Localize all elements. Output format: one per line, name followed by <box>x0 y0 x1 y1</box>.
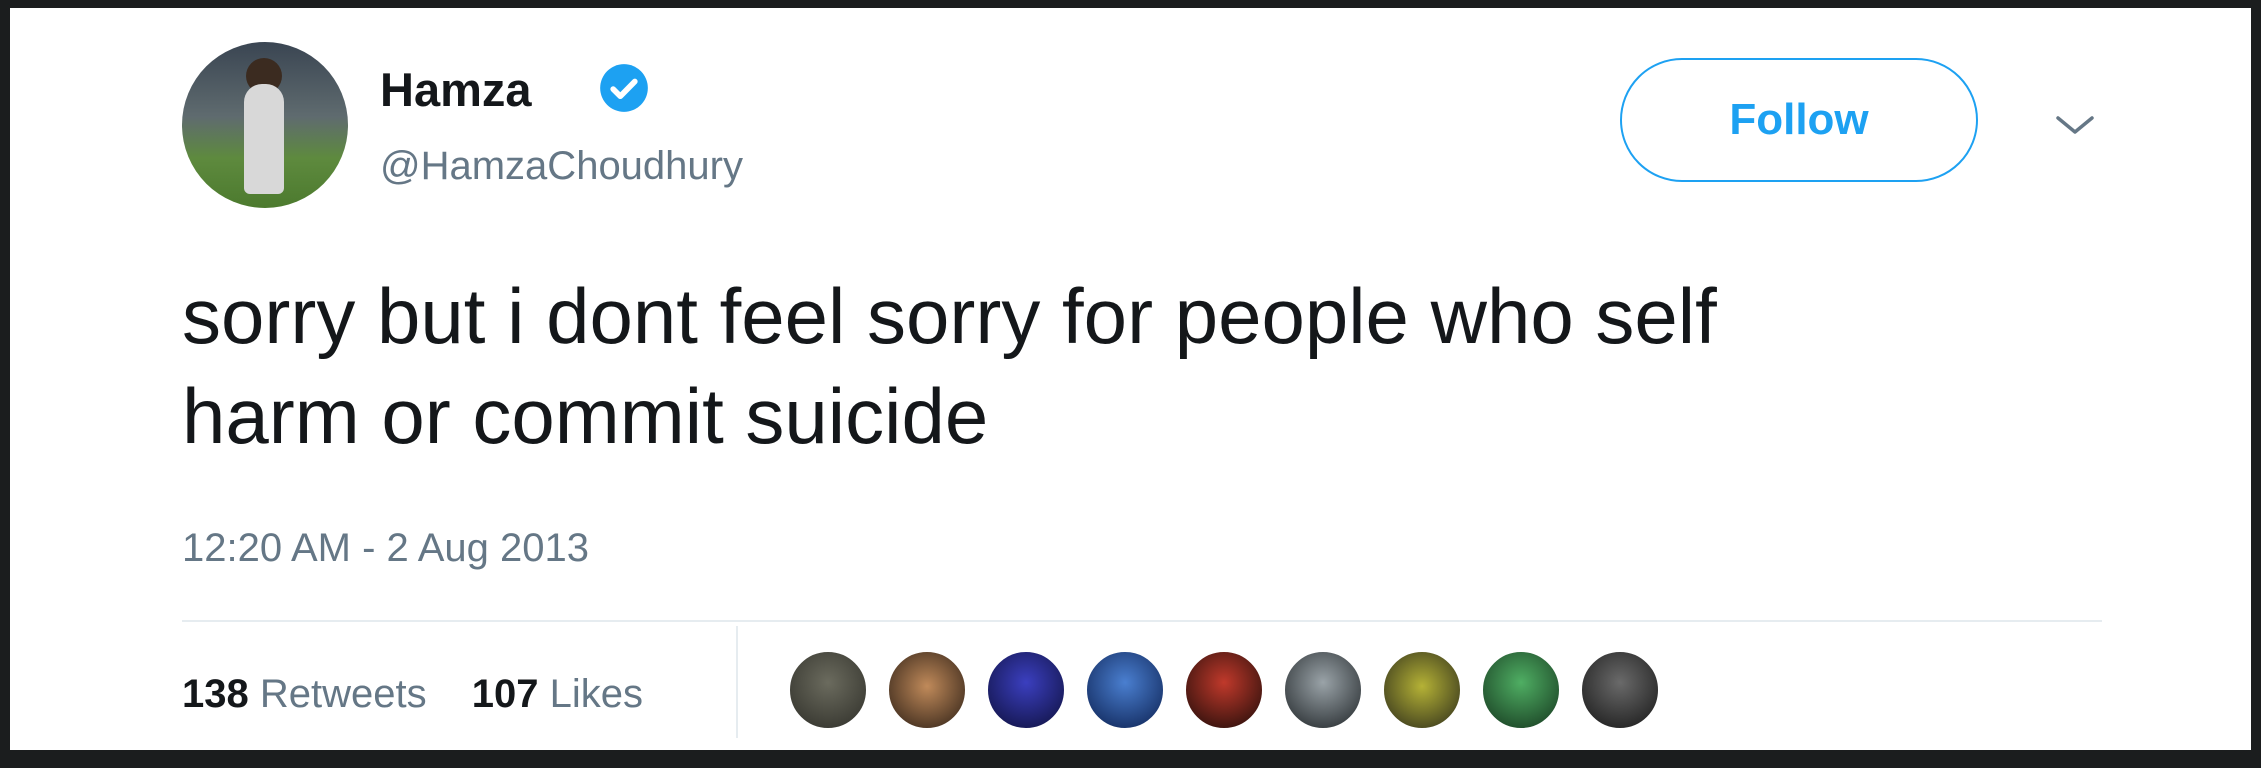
tweet-text: sorry but i dont feel sorry for people w… <box>182 272 1717 460</box>
liker-avatar[interactable] <box>1481 650 1561 730</box>
tweet-stats: 138 Retweets 107 Likes <box>182 672 677 717</box>
author-avatar[interactable] <box>182 42 348 208</box>
liker-avatar[interactable] <box>1382 650 1462 730</box>
liker-avatar[interactable] <box>1085 650 1165 730</box>
retweets-label: Retweets <box>259 672 427 716</box>
divider <box>182 620 2102 622</box>
liker-avatar[interactable] <box>1580 650 1660 730</box>
retweets-count: 138 <box>182 672 249 716</box>
liker-avatar[interactable] <box>986 650 1066 730</box>
chevron-down-icon[interactable] <box>2050 110 2100 140</box>
author-handle[interactable]: @HamzaChoudhury <box>380 144 743 189</box>
likes-label: Likes <box>549 672 644 716</box>
tweet-card: Hamza @HamzaChoudhury Follow sorry but i… <box>10 8 2251 750</box>
liker-avatar[interactable] <box>788 650 868 730</box>
tweet-timestamp[interactable]: 12:20 AM - 2 Aug 2013 <box>182 526 589 571</box>
avatar-figure <box>244 84 284 194</box>
verified-badge-icon <box>600 64 648 112</box>
liker-avatar[interactable] <box>887 650 967 730</box>
retweets-stat[interactable]: 138 Retweets <box>182 672 427 717</box>
frame-border <box>0 750 2261 768</box>
likes-count: 107 <box>471 672 539 716</box>
author-name[interactable]: Hamza <box>380 62 532 117</box>
likes-stat[interactable]: 107 Likes <box>472 672 643 717</box>
liker-avatar[interactable] <box>1283 650 1363 730</box>
likers-avatars <box>788 650 1679 734</box>
liker-avatar[interactable] <box>1184 650 1264 730</box>
follow-button[interactable]: Follow <box>1620 58 1978 182</box>
stats-divider <box>736 626 738 738</box>
